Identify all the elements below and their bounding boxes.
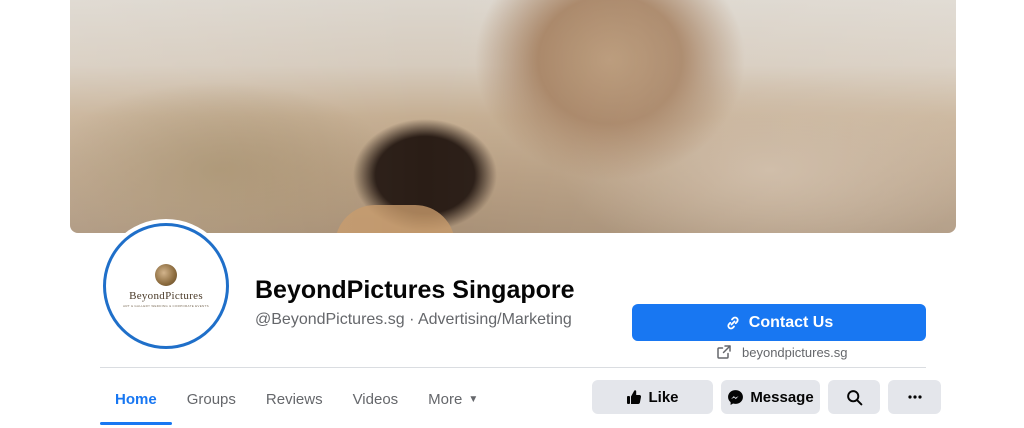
messenger-icon — [727, 389, 744, 406]
tab-more[interactable]: More ▼ — [413, 370, 493, 428]
external-link-icon — [716, 344, 732, 360]
link-icon — [725, 315, 741, 331]
ellipsis-icon — [907, 389, 923, 405]
cover-photo[interactable] — [70, 0, 956, 233]
caret-down-icon: ▼ — [468, 393, 479, 405]
divider — [100, 367, 926, 368]
cover-photo-tint — [70, 0, 956, 233]
tab-home[interactable]: Home — [100, 370, 172, 428]
page-tabs: Home Groups Reviews Videos More ▼ — [100, 370, 493, 428]
search-icon — [846, 389, 863, 406]
logo-subtext: ART & GALLERY WEDDING & CORPORATE EVENTS — [123, 304, 209, 308]
tab-groups-label: Groups — [186, 390, 236, 408]
page-title: BeyondPictures Singapore — [255, 276, 575, 304]
tab-videos[interactable]: Videos — [338, 370, 414, 428]
tab-reviews[interactable]: Reviews — [251, 370, 338, 428]
like-button[interactable]: Like — [592, 380, 713, 414]
tab-reviews-label: Reviews — [265, 390, 323, 408]
logo-text: BeyondPictures — [129, 290, 203, 302]
message-button[interactable]: Message — [721, 380, 820, 414]
contact-us-label: Contact Us — [748, 313, 834, 331]
website-link[interactable]: beyondpictures.sg — [716, 344, 848, 360]
page-handle-category: @BeyondPictures.sg · Advertising/Marketi… — [255, 311, 572, 328]
thumbs-up-icon — [626, 389, 642, 405]
profile-picture[interactable]: BeyondPictures ART & GALLERY WEDDING & C… — [103, 223, 229, 349]
like-label: Like — [648, 388, 679, 406]
tab-home-label: Home — [115, 390, 157, 408]
tab-videos-label: Videos — [352, 390, 399, 408]
logo-mark-icon — [155, 264, 177, 286]
message-label: Message — [750, 388, 814, 406]
tab-groups[interactable]: Groups — [172, 370, 251, 428]
page-actions: Like Message — [592, 380, 941, 414]
search-button[interactable] — [828, 380, 880, 414]
website-url: beyondpictures.sg — [742, 344, 848, 360]
more-options-button[interactable] — [888, 380, 941, 414]
tab-more-label: More — [428, 390, 463, 408]
contact-us-button[interactable]: Contact Us — [632, 304, 926, 341]
